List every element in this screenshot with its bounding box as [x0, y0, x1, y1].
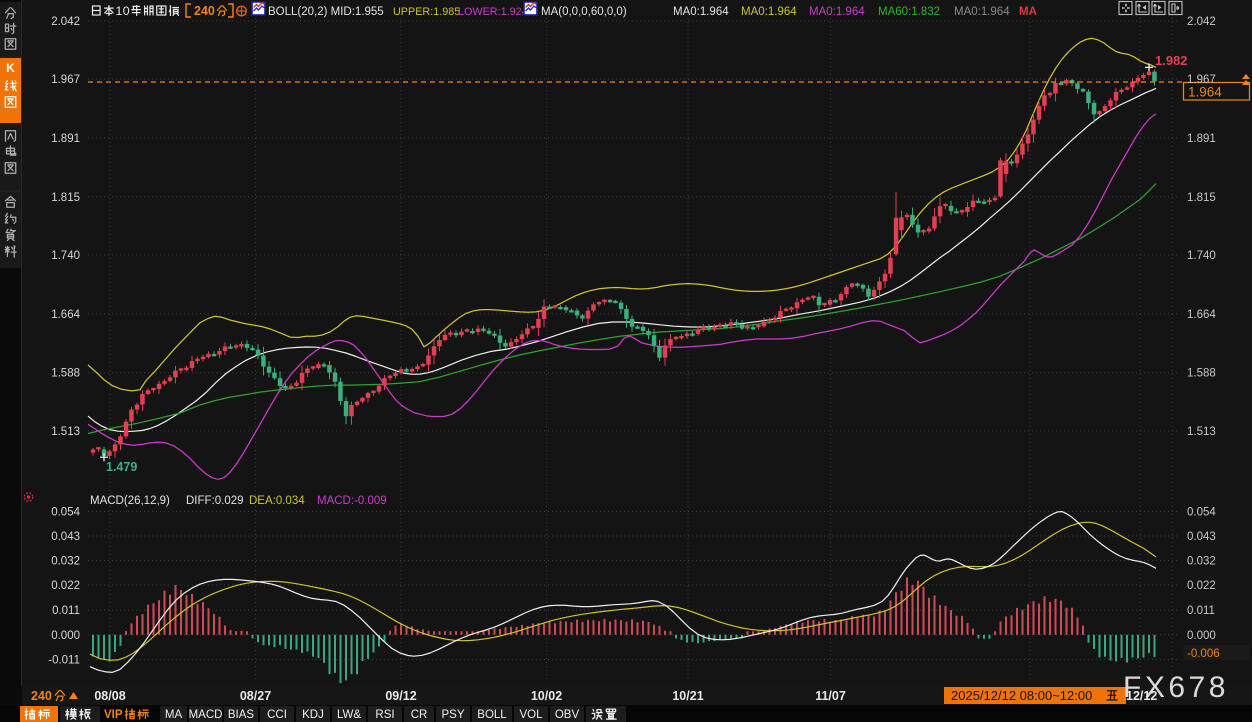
svg-text:1.740: 1.740 — [51, 250, 80, 262]
svg-text:MA0:1.964: MA0:1.964 — [741, 6, 797, 18]
svg-text:10/02: 10/02 — [531, 689, 562, 703]
svg-text:1.664: 1.664 — [51, 309, 80, 321]
svg-text:DEA:0.034: DEA:0.034 — [249, 495, 305, 507]
svg-text:LOWER:1.924: LOWER:1.924 — [458, 6, 528, 18]
svg-text:1.740: 1.740 — [1187, 250, 1216, 262]
svg-text:2025/12/12 08:00~12:00: 2025/12/12 08:00~12:00 — [951, 688, 1092, 703]
svg-text:0.000: 0.000 — [1187, 630, 1216, 642]
svg-text:UPPER:1.985: UPPER:1.985 — [393, 6, 460, 18]
svg-text:1.982: 1.982 — [1155, 53, 1188, 68]
svg-text:1.891: 1.891 — [1187, 133, 1216, 145]
svg-text:0.043: 0.043 — [51, 531, 80, 543]
svg-text:10/21: 10/21 — [672, 689, 703, 703]
svg-text:09/12: 09/12 — [385, 689, 416, 703]
svg-text:MA60:1.832: MA60:1.832 — [878, 6, 940, 18]
svg-text:MA0:1.964: MA0:1.964 — [954, 6, 1010, 18]
svg-text:0.022: 0.022 — [51, 580, 80, 592]
svg-text:MA: MA — [1019, 6, 1037, 18]
svg-text:MACD(26,12,9): MACD(26,12,9) — [90, 495, 170, 507]
svg-text:1.964: 1.964 — [1188, 85, 1222, 100]
svg-text:-0.006: -0.006 — [1187, 648, 1220, 660]
svg-text:BOLL: BOLL — [477, 709, 507, 721]
svg-text:1.664: 1.664 — [1187, 309, 1216, 321]
svg-text:1.588: 1.588 — [1187, 368, 1216, 380]
svg-text:0.000: 0.000 — [51, 630, 80, 642]
svg-text:-0.011: -0.011 — [48, 655, 80, 667]
svg-text:0.022: 0.022 — [1187, 580, 1216, 592]
svg-text:DIFF:0.029: DIFF:0.029 — [186, 495, 244, 507]
svg-text:0.054: 0.054 — [1187, 507, 1216, 519]
svg-text:1: 1 — [115, 4, 122, 18]
svg-text:1.967: 1.967 — [1187, 74, 1216, 86]
svg-text:K: K — [6, 61, 15, 75]
svg-text:0.032: 0.032 — [1187, 556, 1216, 568]
svg-text:VIP: VIP — [104, 709, 123, 721]
svg-text:MA0:1.964: MA0:1.964 — [673, 6, 729, 18]
svg-text:12/12: 12/12 — [1126, 689, 1157, 703]
svg-text:1.815: 1.815 — [1187, 192, 1216, 204]
svg-text:08/08: 08/08 — [94, 689, 125, 703]
svg-text:RSI: RSI — [375, 709, 394, 721]
svg-text:MACD: MACD — [189, 709, 223, 721]
svg-text:1.513: 1.513 — [1187, 426, 1216, 438]
svg-text:1.891: 1.891 — [51, 133, 80, 145]
svg-text:KDJ: KDJ — [302, 709, 324, 721]
svg-text:MA(0,0,0,60,0,0): MA(0,0,0,60,0,0) — [541, 6, 627, 18]
svg-text:CR: CR — [411, 709, 428, 721]
svg-text:1.967: 1.967 — [51, 74, 80, 86]
svg-text:11/07: 11/07 — [815, 689, 846, 703]
svg-text:MA: MA — [165, 709, 183, 721]
svg-text:0.011: 0.011 — [52, 605, 80, 617]
svg-text:0: 0 — [123, 4, 130, 18]
svg-text:2.042: 2.042 — [51, 16, 80, 28]
svg-text:VOL: VOL — [519, 709, 543, 721]
svg-text:MA0:1.964: MA0:1.964 — [809, 6, 865, 18]
svg-text:0.054: 0.054 — [51, 507, 80, 519]
svg-text:PSY: PSY — [441, 709, 464, 721]
svg-text:1.513: 1.513 — [51, 426, 80, 438]
svg-text:0.043: 0.043 — [1187, 531, 1216, 543]
svg-text:240: 240 — [31, 689, 52, 703]
svg-text:OBV: OBV — [555, 709, 580, 721]
svg-text:1.479: 1.479 — [106, 460, 137, 474]
svg-text:MACD:-0.009: MACD:-0.009 — [317, 495, 387, 507]
svg-text:LW&: LW& — [337, 709, 361, 721]
svg-text:0.011: 0.011 — [1187, 605, 1215, 617]
svg-text:1.815: 1.815 — [51, 192, 80, 204]
svg-text:0.032: 0.032 — [51, 556, 80, 568]
svg-text:CCI: CCI — [267, 709, 287, 721]
svg-text:2.042: 2.042 — [1187, 16, 1216, 28]
svg-text:BIAS: BIAS — [228, 709, 255, 721]
svg-text:BOLL(20,2) MID:1.955: BOLL(20,2) MID:1.955 — [268, 6, 384, 18]
svg-text:1.588: 1.588 — [51, 368, 80, 380]
svg-text:08/27: 08/27 — [240, 689, 271, 703]
svg-text:240: 240 — [194, 4, 215, 18]
